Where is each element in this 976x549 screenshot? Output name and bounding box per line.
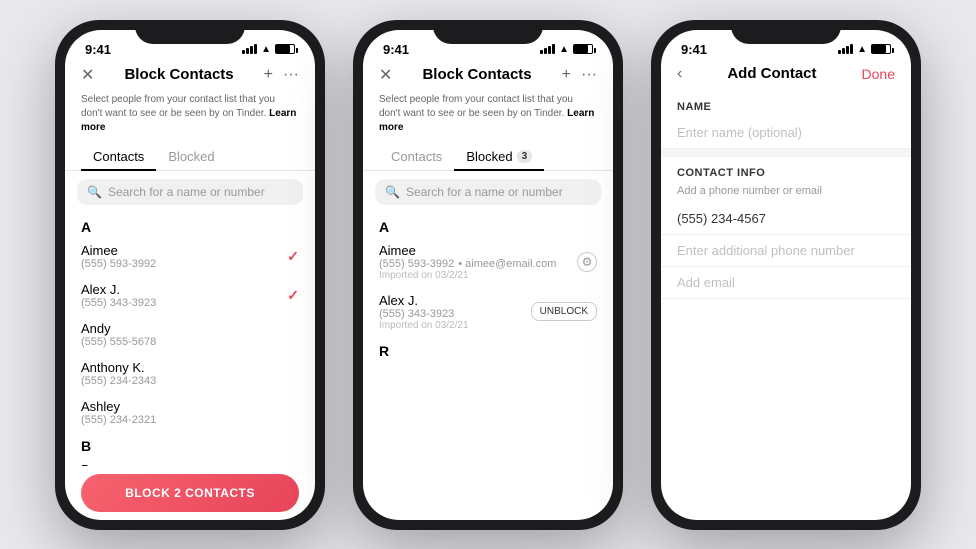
- tab-contacts-1[interactable]: Contacts: [81, 143, 156, 170]
- battery-fill-1: [276, 45, 290, 53]
- contact-ashley-1[interactable]: Ashley (555) 234-2321: [65, 393, 315, 432]
- notch-1: [135, 20, 245, 44]
- search-input-1[interactable]: Search for a name or number: [108, 185, 265, 199]
- header-actions-2: + ···: [562, 66, 597, 84]
- add-icon-2[interactable]: +: [562, 66, 571, 84]
- blocked-count-badge: 3: [517, 150, 533, 163]
- battery-1: [275, 44, 295, 54]
- status-icons-3: ▲: [838, 44, 891, 55]
- signal-bars-1: [242, 44, 257, 54]
- section-a-1: A: [65, 213, 315, 237]
- signal-bar-1: [242, 50, 245, 54]
- screen-header-1: ✕ Block Contacts + ···: [65, 61, 315, 93]
- add-contact-title: Add Contact: [727, 65, 816, 82]
- more-icon-1[interactable]: ···: [283, 66, 299, 84]
- contact-alexj-1[interactable]: Alex J. (555) 343-3923 ✓: [65, 276, 315, 315]
- time-2: 9:41: [383, 42, 409, 57]
- back-icon[interactable]: ‹: [677, 65, 682, 83]
- name-section-label: NAME: [661, 91, 911, 117]
- header-actions-1: + ···: [264, 66, 299, 84]
- notch-3: [731, 20, 841, 44]
- tab-blocked-2[interactable]: Blocked 3: [454, 143, 544, 170]
- screen-title-2: Block Contacts: [422, 66, 531, 83]
- signal-bar-2: [246, 48, 249, 54]
- close-icon-1[interactable]: ✕: [81, 65, 94, 85]
- time-3: 9:41: [681, 42, 707, 57]
- phone-1: 9:41 ▲ ✕ Block Contacts: [55, 20, 325, 530]
- search-bar-1[interactable]: 🔍 Search for a name or number: [77, 179, 303, 205]
- form-divider-1: [661, 149, 911, 157]
- blocked-list-2: A Aimee (555) 593-3992 • aimee@email.com…: [363, 213, 613, 367]
- search-icon-2: 🔍: [385, 185, 400, 199]
- status-icons-1: ▲: [242, 44, 295, 55]
- signal-bars-3: [838, 44, 853, 54]
- close-icon-2[interactable]: ✕: [379, 65, 392, 85]
- more-icon-2[interactable]: ···: [581, 66, 597, 84]
- phone-number-field[interactable]: (555) 234-4567: [661, 203, 911, 235]
- additional-phone-field[interactable]: Enter additional phone number: [661, 235, 911, 267]
- screen-subtitle-1: Select people from your contact list tha…: [65, 93, 315, 143]
- done-button[interactable]: Done: [862, 66, 895, 82]
- loading-icon-aimee: [577, 252, 597, 272]
- tabs-2: Contacts Blocked 3: [363, 143, 613, 171]
- tab-contacts-2[interactable]: Contacts: [379, 143, 454, 170]
- search-icon-1: 🔍: [87, 185, 102, 199]
- status-icons-2: ▲: [540, 44, 593, 55]
- signal-bar-3: [250, 46, 253, 54]
- contact-info-section-label: CONTACT INFO: [661, 157, 911, 183]
- add-contact-header: ‹ Add Contact Done: [661, 61, 911, 91]
- battery-3: [871, 44, 891, 54]
- add-icon-1[interactable]: +: [264, 66, 273, 84]
- phone-3-screen: 9:41 ▲ ‹ Add Contact: [661, 30, 911, 520]
- contact-aimee-1[interactable]: Aimee (555) 593-3992 ✓: [65, 237, 315, 276]
- contact-andy-1[interactable]: Andy (555) 555-5678: [65, 315, 315, 354]
- email-field[interactable]: Add email: [661, 267, 911, 299]
- unblock-alexj-button[interactable]: UNBLOCK: [531, 302, 597, 321]
- screen-header-2: ✕ Block Contacts + ···: [363, 61, 613, 93]
- contact-barry-1[interactable]: Barry (555) 234-2324: [65, 456, 315, 466]
- tabs-1: Contacts Blocked: [65, 143, 315, 171]
- check-alexj-1: ✓: [287, 287, 299, 304]
- battery-2: [573, 44, 593, 54]
- time-1: 9:41: [85, 42, 111, 57]
- contact-anthonyk-1[interactable]: Anthony K. (555) 234-2343: [65, 354, 315, 393]
- name-input[interactable]: Enter name (optional): [661, 117, 911, 149]
- contact-aimee-2[interactable]: Aimee (555) 593-3992 • aimee@email.com I…: [363, 237, 613, 287]
- phones-container: 9:41 ▲ ✕ Block Contacts: [55, 20, 921, 530]
- phone-2: 9:41 ▲ ✕ Block Contacts: [353, 20, 623, 530]
- block-contacts-button-1[interactable]: BLOCK 2 CONTACTS: [81, 474, 299, 512]
- contact-alexj-2[interactable]: Alex J. (555) 343-3923 Imported on 03/2/…: [363, 287, 613, 337]
- check-aimee-1: ✓: [287, 248, 299, 265]
- wifi-icon-2: ▲: [559, 44, 569, 55]
- screen-title-1: Block Contacts: [124, 66, 233, 83]
- section-a-2: A: [363, 213, 613, 237]
- wifi-icon-1: ▲: [261, 44, 271, 55]
- search-input-2[interactable]: Search for a name or number: [406, 185, 563, 199]
- wifi-icon-3: ▲: [857, 44, 867, 55]
- tab-blocked-1[interactable]: Blocked: [156, 143, 226, 170]
- section-r-2: R: [363, 337, 613, 361]
- screen-subtitle-2: Select people from your contact list tha…: [363, 93, 613, 143]
- notch-2: [433, 20, 543, 44]
- phone-3: 9:41 ▲ ‹ Add Contact: [651, 20, 921, 530]
- contact-info-subtitle: Add a phone number or email: [661, 183, 911, 203]
- section-b-1: B: [65, 432, 315, 456]
- phone-2-screen: 9:41 ▲ ✕ Block Contacts: [363, 30, 613, 520]
- search-bar-2[interactable]: 🔍 Search for a name or number: [375, 179, 601, 205]
- signal-bars-2: [540, 44, 555, 54]
- signal-bar-4: [254, 44, 257, 54]
- contacts-list-1: A Aimee (555) 593-3992 ✓ Alex J. (555) 3…: [65, 213, 315, 466]
- phone-1-screen: 9:41 ▲ ✕ Block Contacts: [65, 30, 315, 520]
